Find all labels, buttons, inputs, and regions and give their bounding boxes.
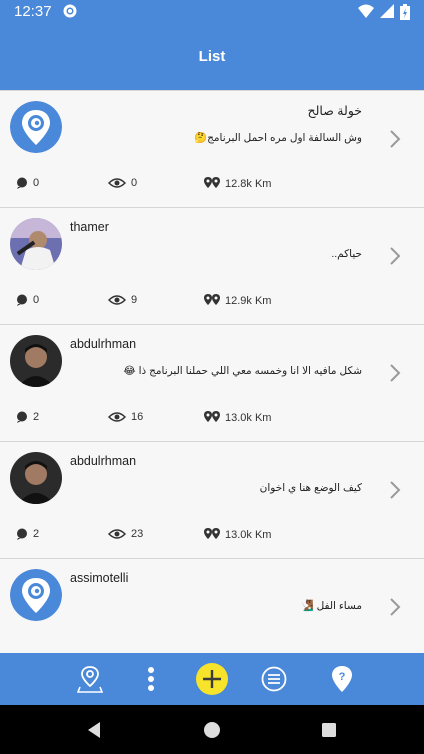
comment-icon [17, 528, 27, 540]
back-icon[interactable] [86, 721, 102, 739]
message-text: حياكم.. [331, 248, 362, 260]
help-pin-icon: ? [332, 666, 352, 692]
add-post-button[interactable] [196, 663, 228, 695]
chevron-right-icon[interactable] [388, 597, 402, 617]
double-pin-icon [204, 528, 220, 539]
map-pin-button[interactable] [74, 663, 106, 695]
eye-icon [108, 529, 126, 539]
comment-count: 0 [16, 294, 39, 306]
view-count: 0 [108, 177, 137, 189]
post-list[interactable]: خولة صالح وش السالفة اول مره احمل البرنا… [0, 90, 424, 653]
comment-count: 2 [16, 528, 39, 540]
chevron-right-icon[interactable] [388, 129, 402, 149]
status-time: 12:37 [14, 3, 52, 20]
list-item[interactable]: abdulrhman شكل مافيه الا انا وخمسه معي ا… [0, 324, 424, 439]
add-icon [196, 663, 228, 695]
user-photo-icon [10, 452, 62, 504]
avatar [10, 452, 62, 504]
view-count: 9 [108, 294, 137, 306]
avatar [10, 335, 62, 387]
list-item[interactable]: thamer حياكم.. 0 9 12.9k Km [0, 207, 424, 322]
username: thamer [70, 220, 109, 234]
list-button[interactable] [258, 663, 290, 695]
comment-icon [17, 294, 27, 306]
list-item[interactable]: خولة صالح وش السالفة اول مره احمل البرنا… [0, 90, 424, 205]
distance: 12.9k Km [204, 294, 271, 307]
more-vertical-icon [148, 667, 154, 691]
avatar [10, 101, 62, 153]
signal-icon [380, 4, 394, 18]
user-photo-icon [10, 335, 62, 387]
map-pin-icon [77, 666, 103, 693]
username: abdulrhman [70, 337, 137, 351]
double-pin-icon [204, 411, 220, 422]
double-pin-icon [204, 177, 220, 188]
home-icon[interactable] [203, 721, 221, 739]
username: abdulrhman [70, 454, 137, 468]
list-item[interactable]: assimotelli مساء الفل 🧏🏾‍♂️ [0, 558, 424, 653]
recents-icon[interactable] [321, 722, 337, 738]
location-pin-logo-icon [10, 101, 62, 153]
eye-icon [108, 178, 126, 188]
comment-count: 2 [16, 411, 39, 423]
chevron-right-icon[interactable] [388, 480, 402, 500]
settings-gear-icon [63, 4, 77, 18]
avatar [10, 218, 62, 270]
comment-count: 0 [16, 177, 39, 189]
status-bar: 12:37 [0, 0, 424, 24]
list-icon [261, 666, 287, 692]
double-pin-icon [204, 294, 220, 305]
distance: 12.8k Km [204, 177, 271, 190]
location-pin-logo-icon [10, 569, 62, 621]
message-text: مساء الفل 🧏🏾‍♂️ [300, 600, 362, 612]
chevron-right-icon[interactable] [388, 246, 402, 266]
system-nav-bar [0, 705, 424, 754]
page-title: List [198, 48, 226, 65]
message-text: وش السالفة اول مره احمل البرنامج🤔 [194, 132, 362, 144]
more-button[interactable] [135, 663, 167, 695]
user-photo-icon [10, 218, 62, 270]
wifi-icon [358, 4, 374, 18]
app-header: List [0, 24, 424, 90]
chevron-right-icon[interactable] [388, 363, 402, 383]
help-button[interactable]: ? [326, 663, 358, 695]
view-count: 16 [108, 411, 143, 423]
svg-text:?: ? [339, 671, 346, 683]
avatar [10, 569, 62, 621]
message-text: كيف الوضع هنا ي اخوان [259, 482, 362, 494]
distance: 13.0k Km [204, 528, 271, 541]
message-text: شكل مافيه الا انا وخمسه معي اللي حملنا ا… [123, 365, 362, 377]
comment-icon [17, 411, 27, 423]
eye-icon [108, 295, 126, 305]
username: assimotelli [70, 571, 129, 585]
battery-charging-icon [400, 4, 410, 20]
view-count: 23 [108, 528, 143, 540]
distance: 13.0k Km [204, 411, 271, 424]
eye-icon [108, 412, 126, 422]
list-item[interactable]: abdulrhman كيف الوضع هنا ي اخوان 2 23 13… [0, 441, 424, 556]
bottom-nav: ? [0, 653, 424, 705]
comment-icon [17, 177, 27, 189]
username: خولة صالح [307, 104, 362, 118]
